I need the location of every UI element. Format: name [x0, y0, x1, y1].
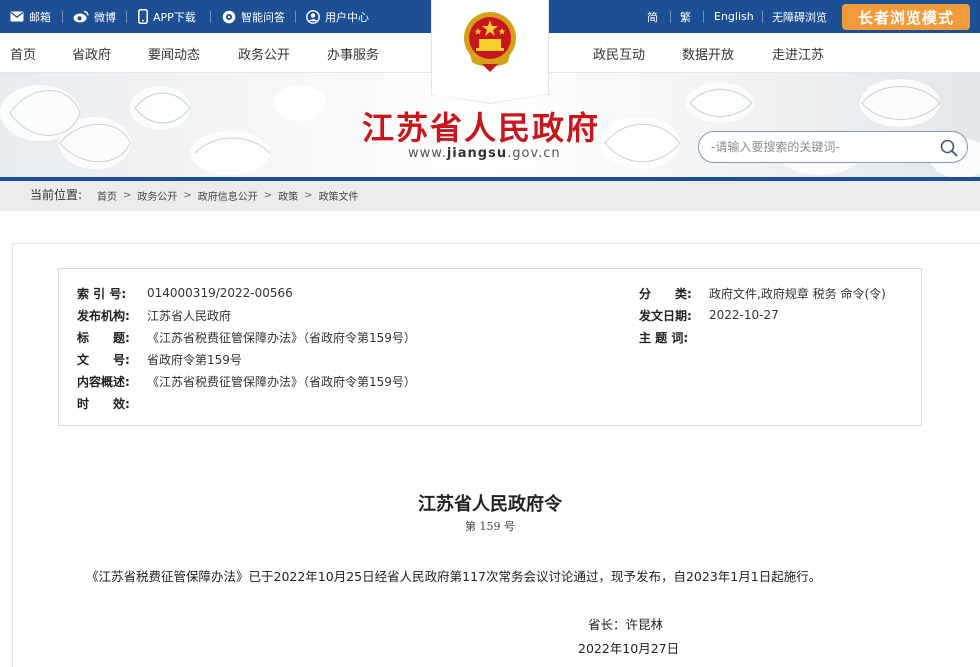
- nav-news[interactable]: 要闻动态: [148, 33, 200, 73]
- search-icon[interactable]: [940, 139, 958, 157]
- mobile-icon: [138, 9, 148, 24]
- meta-key: 时 效:: [77, 396, 130, 411]
- site-title: 江苏省人民政府: [362, 109, 601, 147]
- nav-government-affairs[interactable]: 政务公开: [238, 33, 290, 73]
- meta-key: 发文日期:: [639, 308, 692, 323]
- document-number: 第 159 号: [465, 520, 515, 533]
- document-signature: 省长：许昆林: [588, 617, 664, 632]
- meta-document-number: 文 号: 省政府令第159号: [77, 350, 242, 368]
- smart-qa-link[interactable]: 智能问答: [222, 0, 285, 33]
- nav-open-data[interactable]: 数据开放: [682, 33, 734, 73]
- meta-value: 014000319/2022-00566: [147, 286, 293, 300]
- meta-summary: 内容概述: 《江苏省税费征管保障办法》（省政府令第159号）: [77, 372, 416, 390]
- meta-value: 2022-10-27: [709, 308, 779, 322]
- meta-value: 省政府令第159号: [147, 352, 242, 367]
- meta-keywords: 主 题 词:: [639, 328, 709, 346]
- english-label: English: [714, 10, 754, 23]
- national-emblem-icon: [464, 12, 516, 72]
- search-box: [698, 131, 968, 163]
- breadcrumb-home[interactable]: 首页: [97, 188, 117, 203]
- elder-mode-button[interactable]: 长者浏览模式: [842, 4, 970, 30]
- app-download-link[interactable]: APP下载: [138, 0, 196, 33]
- app-download-label: APP下载: [153, 10, 196, 24]
- weibo-label: 微博: [94, 10, 116, 24]
- breadcrumb-policy[interactable]: 政策: [278, 188, 298, 203]
- mail-link[interactable]: 邮箱: [10, 0, 51, 33]
- breadcrumb-policy-documents[interactable]: 政策文件: [319, 188, 359, 203]
- nav-home[interactable]: 首页: [10, 33, 36, 73]
- meta-key: 发布机构:: [77, 308, 130, 323]
- meta-category: 分 类: 政府文件,政府规章 税务 命令(令): [639, 284, 886, 302]
- divider: [210, 11, 211, 23]
- meta-key: 主 题 词:: [639, 330, 689, 345]
- meta-key: 内容概述:: [77, 374, 130, 389]
- user-icon: [306, 9, 320, 24]
- meta-key: 索 引 号:: [77, 286, 127, 301]
- traditional-label: 繁: [680, 10, 691, 24]
- user-center-link[interactable]: 用户中心: [306, 0, 369, 33]
- divider: [703, 11, 704, 23]
- chevron-right-icon: >: [183, 189, 192, 201]
- mail-label: 邮箱: [29, 10, 51, 24]
- mail-icon: [10, 11, 24, 22]
- document-metadata: 索 引 号: 014000319/2022-00566 发布机构: 江苏省人民政府 …: [58, 268, 922, 426]
- meta-key: 分 类:: [639, 286, 692, 301]
- breadcrumb-label: 当前位置:: [30, 187, 83, 202]
- url-prefix: www.: [408, 146, 447, 161]
- breadcrumb-bar: 当前位置: 首页 > 政务公开 > 政府信息公开 > 政策 > 政策文件: [0, 181, 980, 211]
- meta-issuer: 发布机构: 江苏省人民政府: [77, 306, 231, 324]
- nav-interaction[interactable]: 政民互动: [593, 33, 645, 73]
- divider: [670, 11, 671, 23]
- breadcrumb-information-disclosure[interactable]: 政府信息公开: [198, 188, 258, 203]
- nav-services[interactable]: 办事服务: [327, 33, 379, 73]
- divider: [62, 11, 63, 23]
- simplified-label: 简: [647, 10, 658, 24]
- url-suffix: .gov.cn: [507, 146, 561, 161]
- chevron-right-icon: >: [304, 189, 313, 201]
- user-center-label: 用户中心: [325, 10, 369, 24]
- document-body: 《江苏省税费征管保障办法》已于2022年10月25日经省人民政府第117次常务会…: [86, 569, 822, 584]
- traditional-chinese-link[interactable]: 繁: [680, 0, 691, 33]
- nav-about-jiangsu[interactable]: 走进江苏: [772, 33, 824, 73]
- search-input[interactable]: [711, 138, 931, 156]
- meta-validity: 时 效:: [77, 394, 147, 412]
- document-date: 2022年10月27日: [578, 641, 680, 656]
- url-domain: jiangsu: [446, 146, 508, 161]
- chevron-right-icon: >: [263, 189, 273, 201]
- divider: [126, 11, 127, 23]
- meta-key: 文 号:: [77, 352, 130, 367]
- site-url: www.jiangsu.gov.cn: [408, 146, 561, 161]
- weibo-link[interactable]: 微博: [73, 0, 116, 33]
- qa-icon: [222, 10, 236, 24]
- emblem-tab: [431, 0, 549, 104]
- meta-index-number: 索 引 号: 014000319/2022-00566: [77, 284, 293, 302]
- meta-value: 政府文件,政府规章 税务 命令(令): [709, 286, 886, 301]
- nav-provincial-government[interactable]: 省政府: [72, 33, 111, 73]
- accessibility-link[interactable]: 无障碍浏览: [772, 0, 827, 33]
- meta-value: 《江苏省税费征管保障办法》（省政府令第159号）: [147, 330, 416, 345]
- smart-qa-label: 智能问答: [241, 10, 285, 24]
- simplified-chinese-link[interactable]: 简: [647, 0, 658, 33]
- divider: [295, 11, 296, 23]
- meta-issue-date: 发文日期: 2022-10-27: [639, 306, 779, 324]
- breadcrumb-government-affairs[interactable]: 政务公开: [137, 188, 177, 203]
- meta-title: 标 题: 《江苏省税费征管保障办法》（省政府令第159号）: [77, 328, 416, 346]
- meta-key: 标 题:: [77, 330, 130, 345]
- weibo-icon: [73, 10, 89, 23]
- divider: [762, 11, 763, 23]
- document-title: 江苏省人民政府令: [418, 494, 562, 515]
- breadcrumb: 首页 > 政务公开 > 政府信息公开 > 政策 > 政策文件: [97, 181, 359, 209]
- meta-value: 江苏省人民政府: [147, 308, 232, 323]
- chevron-right-icon: >: [123, 189, 132, 201]
- english-link[interactable]: English: [714, 0, 754, 33]
- meta-value: 《江苏省税费征管保障办法》（省政府令第159号）: [147, 374, 416, 389]
- accessibility-label: 无障碍浏览: [772, 10, 827, 24]
